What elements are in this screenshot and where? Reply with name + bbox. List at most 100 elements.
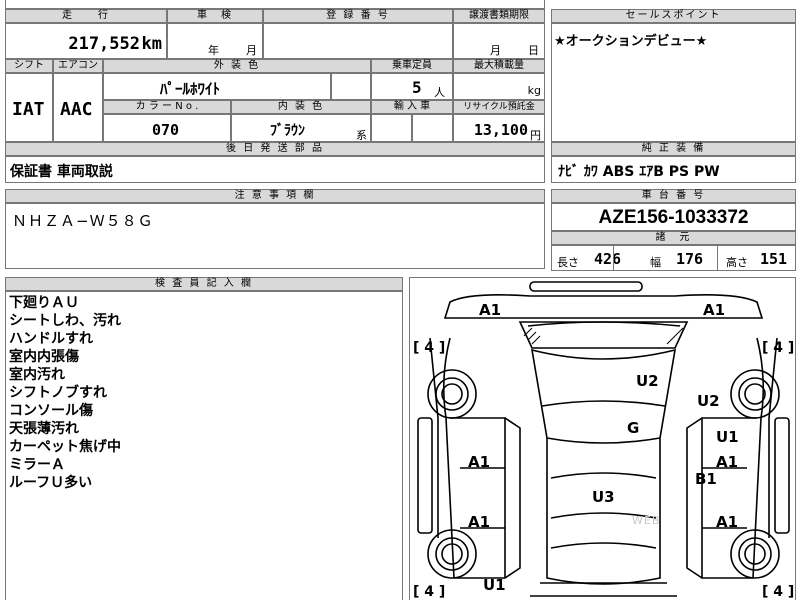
specs-divider-2 [717,245,718,271]
exterior-color-header: 外 装 色 [103,59,371,73]
seating-value: 5 [412,78,422,97]
inspector-notes-header: 検 査 員 記 入 欄 [5,277,403,291]
car-diagram: [ 4 ] [ 4 ] [ 4 ] [ 4 ] A1 A1 U2 U2 G U1… [409,277,796,600]
chassis-value: AZE156-1033372 [598,207,749,228]
import-header: 輸 入 車 [371,100,453,114]
tire-mark-rear-right: [ 4 ] [762,584,795,600]
inspector-notes-list: 下廻りＡＵ シートしわ、汚れ ハンドルすれ 室内内張傷 室内汚れ シフトノブすれ… [9,294,121,492]
registration-header: 登 録 番 号 [263,9,453,23]
aircon-header: エアコン [53,59,103,73]
later-parts-header: 後 日 発 送 部 品 [5,142,545,156]
transfer-deadline-cell: 月 日 [453,23,545,59]
shift-value: IAT [12,99,45,120]
shift-cell: IAT [5,73,53,142]
inspector-note: ミラーＡ [9,457,65,473]
seating-cell: 5 人 [371,73,453,100]
color-no-header: カ ラ ー N o . [103,100,231,114]
transfer-deadline-header: 譲渡書類期限 [453,9,545,23]
damage-code: A1 [716,453,739,471]
chassis-cell: AZE156-1033372 [551,203,796,231]
aircon-cell: AAC [53,73,103,142]
exterior-color-sub-cell [331,73,371,100]
inspection-header: 車 検 [167,9,263,23]
width-label: 幅 [650,256,661,269]
sales-point-text: ★オークションデビュー★ [554,34,708,49]
later-parts-cell: 保証書 車両取説 [5,156,545,183]
chassis-header: 車 台 番 号 [551,189,796,203]
exterior-color-value: ﾊﾟｰﾙﾎﾜｲﾄ [160,80,221,98]
seating-header: 乗車定員 [371,59,453,73]
tire-mark-front-right: [ 4 ] [762,340,795,356]
genuine-equipment-header: 純 正 装 備 [551,142,796,156]
inspector-notes-cell: 下廻りＡＵ シートしわ、汚れ ハンドルすれ 室内内張傷 室内汚れ シフトノブすれ… [5,291,403,600]
inspector-note: コンソール傷 [9,403,93,419]
tire-mark-front-left: [ 4 ] [413,340,446,356]
damage-code: A1 [479,301,502,319]
inspector-note: カーペット焦げ中 [9,439,121,455]
inspector-note: 天張薄汚れ [9,421,79,437]
inspection-cell: 年 月 [167,23,263,59]
interior-color-suffix: 系 [356,129,367,142]
sales-point-header: セールスポイント [551,9,796,23]
import-cell-a [371,114,412,142]
specs-divider-1 [613,245,614,271]
damage-code: U1 [483,576,506,594]
genuine-equipment-cell: ﾅﾋﾞ ｶﾜ ABS ｴｱB PS PW [551,156,796,183]
damage-code: A1 [468,453,491,471]
inspector-note: 室内汚れ [9,367,65,383]
import-cell-b [412,114,453,142]
recycle-header: リサイクル預託金 [453,100,545,114]
max-load-header: 最大積載量 [453,59,545,73]
interior-color-header: 内 装 色 [231,100,371,114]
top-cut-row [5,0,545,9]
damage-code: U2 [697,392,720,410]
damage-code: A1 [468,513,491,531]
shift-header: シフト [5,59,53,73]
genuine-equipment-value: ﾅﾋﾞ ｶﾜ ABS ｴｱB PS PW [558,164,720,180]
recycle-cell: 13,100 円 [453,114,545,142]
notes-cell: ＮＨＺＡ−Ｗ５８Ｇ [5,203,545,269]
interior-color-value: ﾌﾞﾗｳﾝ [270,123,305,139]
interior-color-cell: ﾌﾞﾗｳﾝ 系 [231,114,371,142]
mileage-value: 217,552 [68,34,140,54]
damage-code: A1 [703,301,726,319]
inspector-note: ハンドルすれ [9,331,93,347]
inspection-month-unit: 月 [246,44,257,57]
inspector-note: シートしわ、汚れ [9,313,121,329]
color-no-cell: 070 [103,114,231,142]
notes-value: ＮＨＺＡ−Ｗ５８Ｇ [12,212,154,230]
mileage-header: 走 行 [5,9,167,23]
aircon-value: AAC [60,99,93,120]
tire-mark-rear-left: [ 4 ] [413,584,446,600]
exterior-color-cell: ﾊﾟｰﾙﾎﾜｲﾄ [103,73,331,100]
specs-header: 諸 元 [551,231,796,245]
damage-code: G [627,419,640,437]
inspector-note: ルーフＵ多い [9,475,93,491]
damage-code: U3 [592,488,615,506]
later-parts-value: 保証書 車両取説 [10,164,113,180]
registration-cell [263,23,453,59]
length-label: 長さ [557,256,579,269]
seating-unit: 人 [434,86,445,99]
inspector-note: シフトノブすれ [9,385,107,401]
inspection-year-unit: 年 [208,44,219,57]
height-label: 高さ [726,256,748,269]
transfer-day-unit: 日 [528,44,539,57]
recycle-value: 13,100 [473,121,528,139]
mileage-cell: 217,552 km [5,23,167,59]
damage-code: B1 [695,470,717,488]
damage-code: A1 [716,513,739,531]
damage-code: U1 [716,428,739,446]
max-load-cell: kg [453,73,545,100]
notes-header: 注 意 事 項 欄 [5,189,545,203]
recycle-unit: 円 [530,129,541,142]
watermark-logo: WEB [632,514,661,527]
mileage-unit: km [141,34,162,54]
sales-point-cell: ★オークションデビュー★ [551,23,796,142]
max-load-unit: kg [527,84,541,97]
color-no-value: 070 [152,121,180,139]
height-value: 151 [760,250,788,268]
damage-code: U2 [636,372,659,390]
width-value: 176 [676,250,704,268]
specs-cell: 長さ 426 幅 176 高さ 151 [551,245,796,271]
